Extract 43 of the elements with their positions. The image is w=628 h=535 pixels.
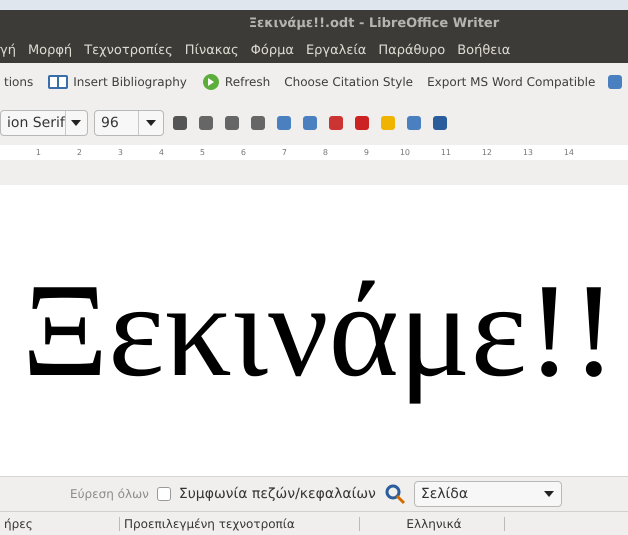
ruler-number: 11	[440, 148, 451, 157]
refresh-icon	[200, 72, 221, 92]
toolbar-button[interactable]: Insert Bibliography	[43, 70, 191, 92]
font-name-field[interactable]: ion Serif	[0, 110, 88, 136]
toolbar-button[interactable]: tions	[0, 72, 38, 90]
ruler-number: 5	[198, 148, 205, 157]
match-case-checkbox[interactable]	[156, 487, 171, 501]
ruler-number: 12	[480, 148, 492, 157]
menu-item[interactable]: Εργαλεία	[300, 42, 372, 58]
toolbar-button[interactable]: Export MS Word Compatible	[423, 72, 600, 90]
ruler-number: 4	[158, 148, 164, 157]
toolbar-button[interactable]: Refresh	[196, 70, 274, 94]
navigator-dropdown[interactable]: Σελίδα	[414, 481, 562, 507]
ruler-number: 7	[280, 148, 287, 157]
menu-item[interactable]: γή	[0, 42, 22, 58]
magnifier-icon[interactable]	[384, 483, 406, 505]
ruler-number: 14	[562, 148, 574, 157]
caret-icon	[544, 491, 554, 497]
ruler-number: 13	[522, 148, 533, 157]
ruler-number: 3	[116, 148, 123, 157]
toolbar-button[interactable]: Choose Citation Style	[280, 72, 418, 90]
caret-icon	[146, 120, 156, 126]
font-size-field[interactable]: 96	[94, 110, 164, 136]
menu-item[interactable]: Πίνακας	[178, 42, 245, 58]
ruler-number: 10	[398, 148, 410, 157]
ruler-number: 1	[34, 148, 41, 157]
ruler-number: 2	[76, 148, 82, 157]
menu-item[interactable]: Φόρμα	[244, 42, 300, 58]
ruler-number: 8	[322, 148, 328, 157]
window-title: Ξεκινάμε!!.odt - LibreOffice Writer	[248, 16, 500, 31]
ruler-number: 6	[240, 148, 246, 157]
ruler-number: 9	[362, 148, 369, 157]
menu-item[interactable]: Βοήθεια	[451, 42, 516, 58]
status-text: ήρες	[0, 516, 120, 530]
menu-item[interactable]: Παράθυρο	[372, 42, 452, 58]
menu-item[interactable]: Μορφή	[22, 42, 78, 58]
match-case-label: Συμφωνία πεζών/κεφαλαίων	[178, 486, 376, 502]
status-text: Προεπιλεγμένη τεχνοτροπία	[120, 516, 360, 530]
caret-icon	[71, 120, 82, 126]
document-text: Ξεκινάμε!!	[22, 254, 618, 406]
book-icon	[47, 72, 70, 90]
status-text: Ελληνικά	[360, 516, 505, 530]
menu-item[interactable]: Τεχνοτροπίες	[78, 42, 179, 58]
